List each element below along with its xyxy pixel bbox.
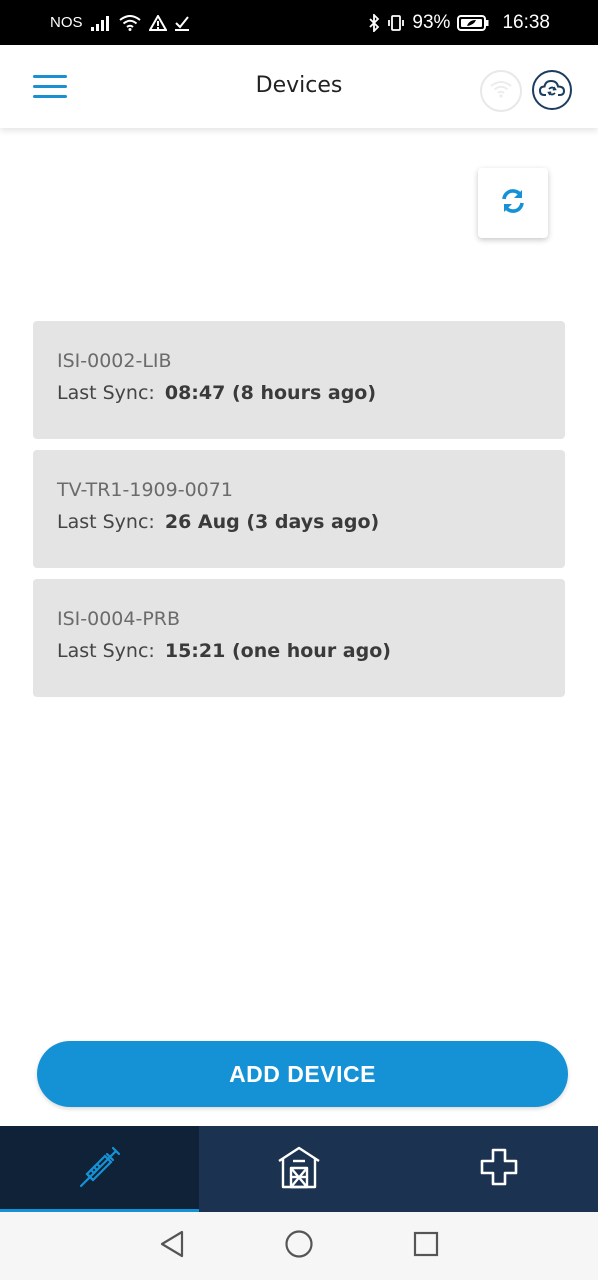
bluetooth-icon bbox=[368, 13, 380, 32]
last-sync-value: 08:47 (8 hours ago) bbox=[164, 382, 377, 404]
refresh-button[interactable] bbox=[478, 168, 548, 238]
app-header: Devices bbox=[0, 45, 598, 128]
last-sync: Last Sync: 26 Aug (3 days ago) bbox=[57, 511, 541, 533]
warning-icon bbox=[148, 14, 167, 31]
wifi-button[interactable] bbox=[480, 70, 522, 112]
carrier-name: NOS bbox=[50, 14, 83, 31]
refresh-icon bbox=[500, 188, 526, 219]
battery-percent: 93% bbox=[412, 11, 451, 33]
device-name: ISI-0004-PRB bbox=[57, 608, 181, 630]
medical-cross-icon bbox=[479, 1147, 519, 1192]
wifi-icon bbox=[489, 80, 513, 103]
device-name: ISI-0002-LIB bbox=[57, 350, 172, 372]
battery-icon bbox=[457, 14, 489, 32]
back-button[interactable] bbox=[109, 1212, 236, 1280]
clock: 16:38 bbox=[502, 11, 550, 33]
signal-icon bbox=[90, 15, 111, 31]
last-sync-value: 15:21 (one hour ago) bbox=[164, 640, 391, 662]
cloud-sync-button[interactable] bbox=[532, 70, 572, 110]
recents-button[interactable] bbox=[363, 1212, 490, 1280]
last-sync-label: Last Sync: bbox=[57, 640, 155, 662]
status-left: NOS bbox=[50, 14, 189, 31]
device-name: TV-TR1-1909-0071 bbox=[57, 479, 233, 501]
check-download-icon bbox=[174, 15, 189, 31]
last-sync: Last Sync: 08:47 (8 hours ago) bbox=[57, 382, 541, 404]
last-sync-label: Last Sync: bbox=[57, 382, 155, 404]
last-sync-label: Last Sync: bbox=[57, 511, 155, 533]
device-card[interactable]: TV-TR1-1909-0071 Last Sync: 26 Aug (3 da… bbox=[33, 450, 565, 568]
tab-health[interactable] bbox=[399, 1126, 598, 1212]
add-device-button[interactable]: ADD DEVICE bbox=[37, 1041, 568, 1107]
home-button[interactable] bbox=[236, 1212, 363, 1280]
last-sync-value: 26 Aug (3 days ago) bbox=[164, 511, 380, 533]
tab-farm[interactable] bbox=[199, 1126, 399, 1212]
cloud-sync-icon bbox=[538, 78, 566, 103]
home-circle-icon bbox=[284, 1229, 314, 1264]
device-list: ISI-0002-LIB Last Sync: 08:47 (8 hours a… bbox=[33, 321, 565, 708]
tab-vaccinations[interactable] bbox=[0, 1126, 199, 1212]
device-card[interactable]: ISI-0004-PRB Last Sync: 15:21 (one hour … bbox=[33, 579, 565, 697]
status-bar: NOS 93% 16:38 bbox=[0, 0, 598, 45]
barn-icon bbox=[276, 1144, 322, 1195]
wifi-status-icon bbox=[118, 14, 141, 31]
vibrate-icon bbox=[387, 14, 405, 32]
device-card[interactable]: ISI-0002-LIB Last Sync: 08:47 (8 hours a… bbox=[33, 321, 565, 439]
status-right: 93% 16:38 bbox=[368, 12, 550, 34]
system-nav-bar bbox=[0, 1212, 598, 1280]
last-sync: Last Sync: 15:21 (one hour ago) bbox=[57, 640, 541, 662]
recents-square-icon bbox=[412, 1230, 440, 1263]
back-triangle-icon bbox=[158, 1229, 186, 1264]
bottom-tab-bar bbox=[0, 1126, 598, 1212]
syringe-icon bbox=[77, 1144, 123, 1195]
